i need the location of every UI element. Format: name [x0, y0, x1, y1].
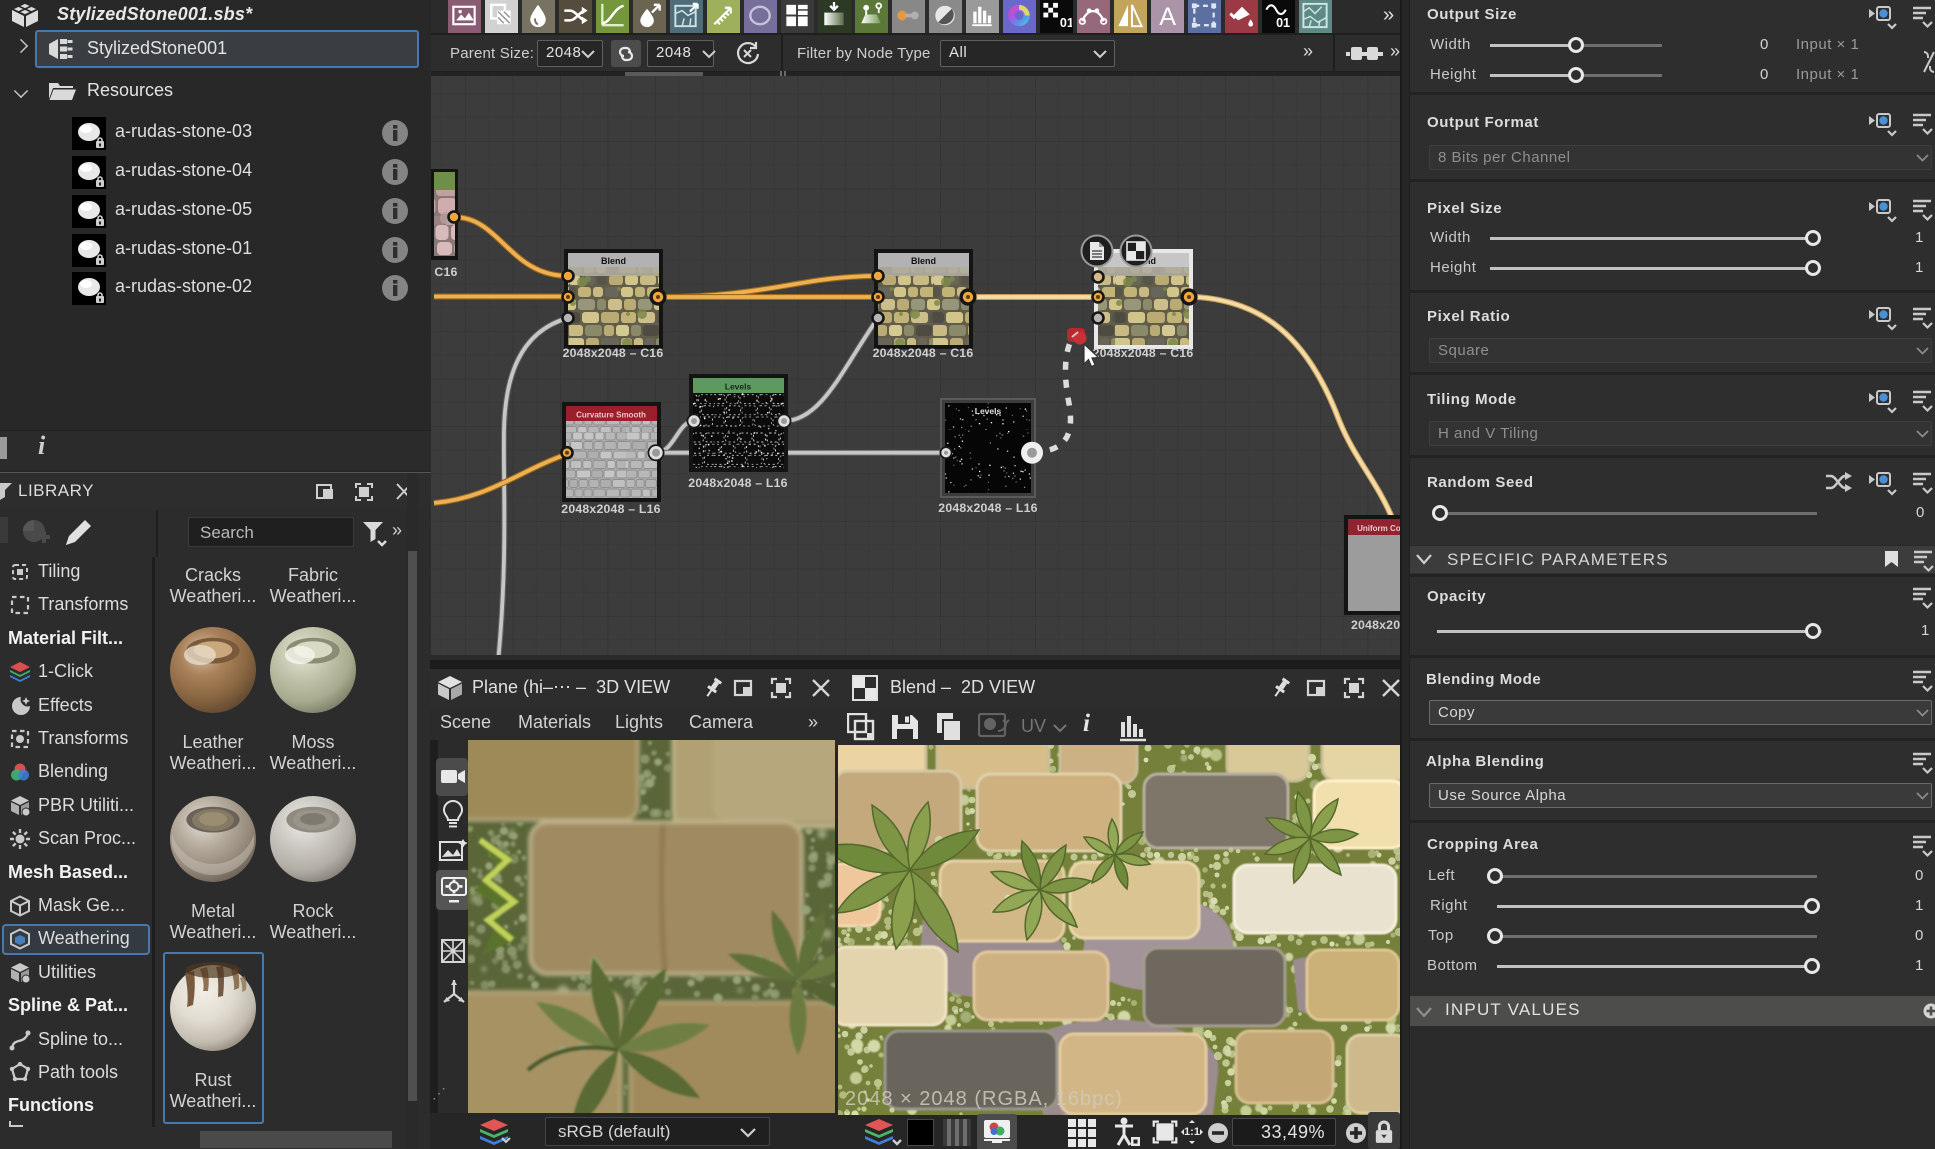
svg-text:2048x2048 – C16: 2048x2048 – C16: [873, 346, 974, 360]
svg-text:Curvature Smooth: Curvature Smooth: [576, 411, 646, 420]
svg-text:2048x2048 – L16: 2048x2048 – L16: [561, 502, 660, 516]
svg-text:2048x2048 – L16: 2048x2048 – L16: [938, 501, 1037, 515]
svg-text:C16: C16: [434, 265, 457, 279]
svg-text:2048x2048 – L16: 2048x2048 – L16: [688, 476, 787, 490]
svg-text:Levels: Levels: [725, 382, 752, 392]
svg-text:2048x2048 – C16: 2048x2048 – C16: [1093, 346, 1194, 360]
svg-text:01: 01: [1276, 16, 1290, 30]
svg-text:2048x2048 –: 2048x2048 –: [1351, 618, 1400, 632]
svg-text:Blend: Blend: [911, 256, 936, 266]
svg-text:Uniform Col: Uniform Col: [1357, 524, 1400, 533]
svg-text:01: 01: [1060, 16, 1072, 30]
svg-text:Blend: Blend: [601, 256, 626, 266]
svg-text:1:1: 1:1: [1184, 1126, 1200, 1138]
svg-text:A: A: [1159, 3, 1176, 31]
svg-text:Levels: Levels: [975, 406, 1002, 416]
svg-text:2048x2048 – C16: 2048x2048 – C16: [563, 346, 664, 360]
